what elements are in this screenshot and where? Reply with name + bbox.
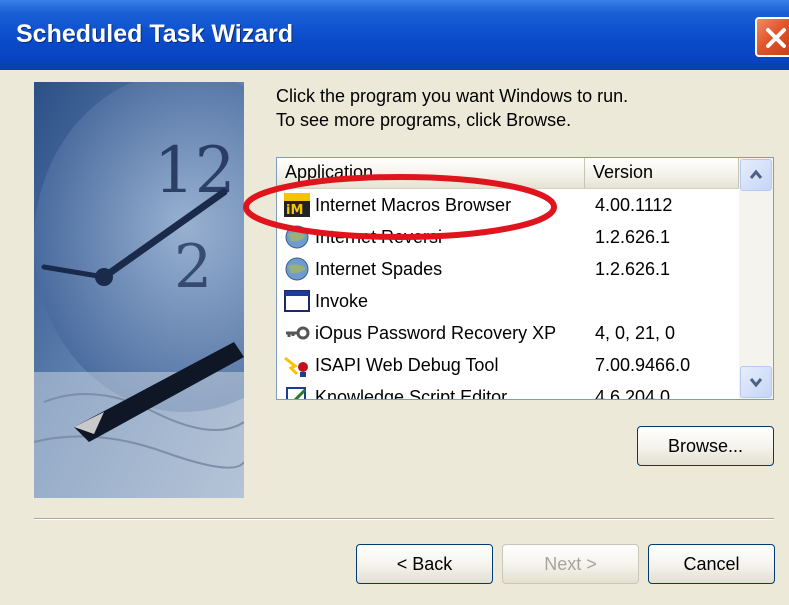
scroll-up-button[interactable] xyxy=(740,159,772,191)
iim-icon: iM xyxy=(283,192,313,218)
window-title: Scheduled Task Wizard xyxy=(16,20,294,48)
list-item[interactable]: Invoke xyxy=(277,285,739,317)
svg-text:iM: iM xyxy=(286,203,303,218)
wizard-window: Scheduled Task Wizard 12 2 Click the pro… xyxy=(0,0,789,605)
globe-icon xyxy=(283,224,313,250)
scroll-down-button[interactable] xyxy=(740,366,772,398)
app-name: ISAPI Web Debug Tool xyxy=(315,354,499,375)
app-cell: ISAPI Web Debug Tool xyxy=(277,352,585,378)
list-item[interactable]: Internet Reversi 1.2.626.1 xyxy=(277,221,739,253)
app-name: Internet Spades xyxy=(315,258,443,279)
svg-text:12: 12 xyxy=(154,134,235,208)
app-version: 4.6.204.0 xyxy=(595,386,671,400)
list-rows: iM Internet Macros Browser 4.00.1112 Int… xyxy=(277,189,739,400)
window-icon xyxy=(283,288,313,314)
title-bar[interactable]: Scheduled Task Wizard xyxy=(0,0,789,70)
app-cell: Knowledge Script Editor xyxy=(277,384,585,400)
app-name: Knowledge Script Editor xyxy=(315,386,508,400)
app-version: 7.00.9466.0 xyxy=(595,354,691,375)
app-version: 4, 0, 21, 0 xyxy=(595,322,676,343)
list-item[interactable]: Knowledge Script Editor 4.6.204.0 xyxy=(277,381,739,400)
app-name: Internet Reversi xyxy=(315,226,443,247)
close-button[interactable] xyxy=(755,17,789,57)
divider xyxy=(34,518,774,520)
chevron-down-icon xyxy=(749,378,763,388)
app-cell: iOpus Password Recovery XP xyxy=(277,320,585,346)
list-item[interactable]: Internet Spades 1.2.626.1 xyxy=(277,253,739,285)
script-icon xyxy=(283,384,313,399)
chevron-up-icon xyxy=(749,169,763,179)
app-cell: iM Internet Macros Browser xyxy=(277,192,585,218)
instruction-line-1: Click the program you want Windows to ru… xyxy=(276,86,629,106)
app-cell: Invoke xyxy=(277,288,585,314)
app-cell: Internet Reversi xyxy=(277,224,585,250)
browse-button[interactable]: Browse... xyxy=(637,426,774,466)
close-icon xyxy=(766,28,786,48)
key-icon xyxy=(283,320,313,346)
clock-and-pen-illustration: 12 2 xyxy=(34,82,244,498)
app-name: iOpus Password Recovery XP xyxy=(315,322,557,343)
list-item[interactable]: ISAPI Web Debug Tool 7.00.9466.0 xyxy=(277,349,739,381)
program-list[interactable]: Application Version iM Internet Macros B… xyxy=(276,157,774,400)
app-version: 4.00.1112 xyxy=(595,194,673,215)
column-header-application[interactable]: Application xyxy=(277,158,585,188)
app-name: Invoke xyxy=(315,290,369,311)
globe-icon xyxy=(283,256,313,282)
list-header: Application Version xyxy=(277,158,739,189)
app-name: Internet Macros Browser xyxy=(315,194,512,215)
debug-icon xyxy=(283,352,313,378)
instructions: Click the program you want Windows to ru… xyxy=(276,84,628,132)
back-button[interactable]: < Back xyxy=(356,544,493,584)
list-item[interactable]: iOpus Password Recovery XP 4, 0, 21, 0 xyxy=(277,317,739,349)
app-version: 1.2.626.1 xyxy=(595,258,671,279)
vertical-scrollbar[interactable] xyxy=(739,158,773,399)
app-version: 1.2.626.1 xyxy=(595,226,671,247)
cancel-button[interactable]: Cancel xyxy=(648,544,775,584)
next-button[interactable]: Next > xyxy=(502,544,639,584)
wizard-side-image: 12 2 xyxy=(34,82,244,498)
column-header-version[interactable]: Version xyxy=(585,158,739,188)
svg-text:2: 2 xyxy=(174,232,212,302)
list-item[interactable]: iM Internet Macros Browser 4.00.1112 xyxy=(277,189,739,221)
app-cell: Internet Spades xyxy=(277,256,585,282)
instruction-line-2: To see more programs, click Browse. xyxy=(276,110,572,130)
